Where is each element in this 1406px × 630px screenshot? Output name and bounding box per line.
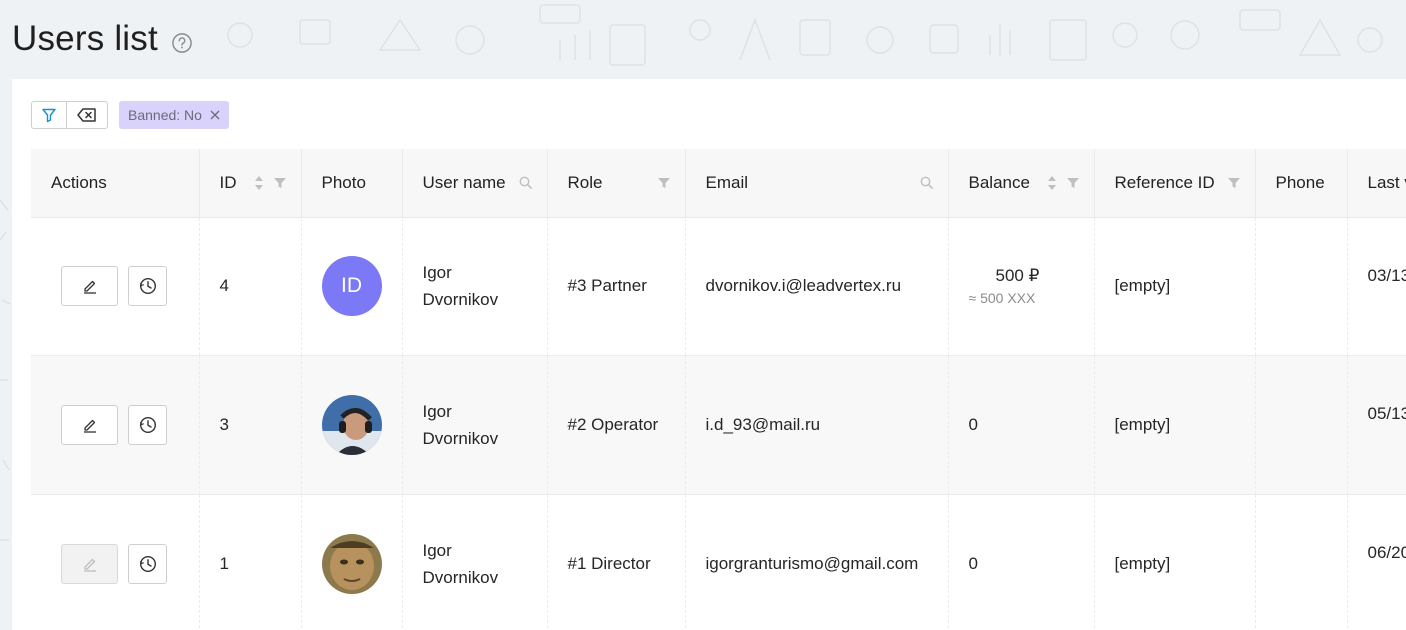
balance-cell: 500 ₽ ≈ 500 XXX	[948, 217, 1095, 356]
filter-icon[interactable]	[273, 176, 287, 190]
actions-cell	[31, 494, 200, 630]
search-icon[interactable]	[519, 176, 533, 190]
users-card: Banned: No Actions ID Photo User name Ro…	[12, 79, 1406, 630]
actions-cell	[31, 217, 200, 356]
photo-cell	[301, 494, 403, 630]
sort-icon[interactable]	[254, 175, 264, 191]
email-cell: igorgranturismo@gmail.com	[685, 494, 949, 630]
role-cell: #1 Director	[547, 494, 686, 630]
column-header-phone: Phone	[1255, 149, 1348, 218]
reference-id-cell: [empty]	[1094, 217, 1256, 356]
question-circle-icon[interactable]	[172, 32, 192, 53]
search-icon[interactable]	[920, 176, 934, 190]
filter-icon[interactable]	[1227, 176, 1241, 190]
photo-cell: ID	[301, 217, 403, 356]
reference-id-cell: [empty]	[1094, 355, 1256, 495]
id-cell: 4	[199, 217, 302, 356]
active-filter-tag: Banned: No	[119, 101, 229, 129]
column-header-id[interactable]: ID	[199, 149, 302, 218]
column-header-actions: Actions	[31, 149, 200, 218]
filter-icon	[42, 108, 56, 123]
page-title: Users list	[12, 19, 158, 58]
table-header-row: Actions ID Photo User name Role Email Ba…	[31, 149, 1406, 218]
filter-icon[interactable]	[1066, 176, 1080, 190]
clock-icon	[139, 416, 156, 433]
clock-icon	[139, 277, 156, 295]
user-name-cell: Igor Dvornikov	[402, 355, 548, 495]
role-cell: #3 Partner	[547, 217, 686, 356]
edit-button[interactable]	[61, 404, 118, 445]
history-button[interactable]	[128, 404, 167, 445]
column-header-photo: Photo	[301, 149, 403, 218]
column-header-email[interactable]: Email	[685, 149, 949, 218]
column-header-last-visit: Last v	[1347, 149, 1406, 218]
phone-cell	[1255, 217, 1348, 356]
column-header-reference-id[interactable]: Reference ID	[1094, 149, 1256, 218]
avatar	[321, 394, 382, 455]
email-cell: i.d_93@mail.ru	[685, 355, 949, 495]
column-header-role[interactable]: Role	[547, 149, 686, 218]
history-button[interactable]	[128, 543, 167, 584]
edit-button[interactable]	[61, 266, 118, 306]
pencil-icon	[83, 280, 96, 294]
balance-cell: 0	[948, 494, 1095, 630]
filter-icon[interactable]	[657, 176, 671, 190]
table-row: 3 Igor Dvornikov #2 Operator i.d_93@mail…	[31, 355, 1406, 495]
column-header-balance[interactable]: Balance	[948, 149, 1095, 218]
filter-button-group	[31, 101, 108, 129]
pencil-icon	[83, 419, 96, 433]
filter-button[interactable]	[31, 101, 67, 129]
email-cell: dvornikov.i@leadvertex.ru	[685, 217, 949, 356]
column-header-user-name[interactable]: User name	[402, 149, 548, 218]
table-row: 4 ID Igor Dvornikov #3 Partner dvornikov…	[31, 217, 1406, 356]
last-visit-cell: 05/13	[1347, 355, 1406, 495]
close-icon[interactable]	[210, 110, 220, 120]
actions-cell	[31, 355, 200, 495]
phone-cell	[1255, 355, 1348, 495]
role-cell: #2 Operator	[547, 355, 686, 495]
id-cell: 1	[199, 494, 302, 630]
table-row: 1 Igor Dvornikov #1 Director igorgrantur…	[31, 494, 1406, 630]
pencil-icon	[83, 558, 96, 572]
user-name-cell: Igor Dvornikov	[402, 494, 548, 630]
avatar	[321, 533, 382, 594]
phone-cell	[1255, 494, 1348, 630]
users-table: Actions ID Photo User name Role Email Ba…	[31, 149, 1406, 630]
reference-id-cell: [empty]	[1094, 494, 1256, 630]
avatar: ID	[321, 256, 382, 316]
id-cell: 3	[199, 355, 302, 495]
backspace-icon	[77, 108, 96, 122]
clear-filters-button[interactable]	[66, 101, 108, 129]
edit-button	[61, 543, 118, 584]
user-name-cell: Igor Dvornikov	[402, 217, 548, 356]
sort-icon[interactable]	[1047, 175, 1057, 191]
active-filter-tag-label: Banned: No	[128, 107, 202, 123]
photo-cell	[301, 355, 403, 495]
balance-cell: 0	[948, 355, 1095, 495]
history-button[interactable]	[128, 266, 167, 306]
page-header: Users list	[12, 14, 192, 64]
last-visit-cell: 03/13	[1347, 217, 1406, 356]
filter-bar: Banned: No	[31, 101, 229, 129]
last-visit-cell: 06/20	[1347, 494, 1406, 630]
clock-icon	[139, 555, 156, 572]
